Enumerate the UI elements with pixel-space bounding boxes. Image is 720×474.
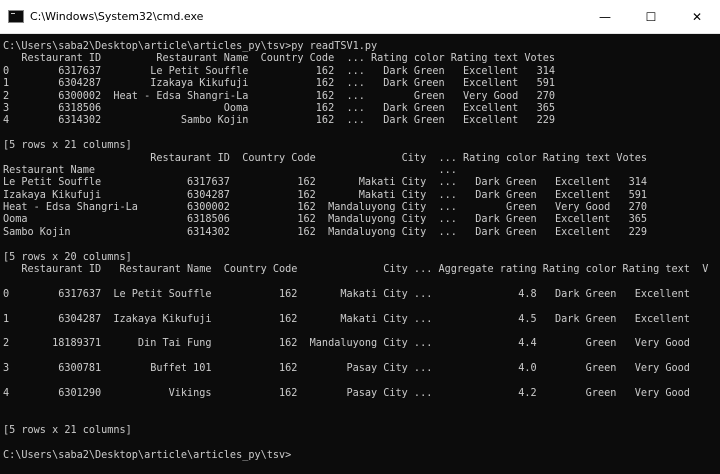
minimize-button[interactable]: — (582, 0, 628, 33)
window-title: C:\Windows\System32\cmd.exe (30, 10, 204, 23)
console-line: [5 rows x 20 columns] (3, 251, 132, 263)
console-line: [5 rows x 21 columns] (3, 140, 132, 152)
close-button[interactable]: ✕ (674, 0, 720, 33)
console-line: Ooma 6318506 162 Mandaluyong City ... Da… (3, 214, 648, 226)
console-line: Le Petit Souffle 6317637 162 Makati City… (3, 177, 648, 189)
maximize-button[interactable]: ☐ (628, 0, 674, 33)
console-line: 2 18189371 Din Tai Fung 162 Mandaluyong … (3, 338, 690, 350)
console-line: Izakaya Kikufuji 6304287 162 Makati City… (3, 189, 648, 201)
console-line: [5 rows x 21 columns] (3, 425, 132, 437)
title-bar: C:\Windows\System32\cmd.exe — ☐ ✕ (0, 0, 720, 34)
console-line: Restaurant ID Restaurant Name Country Co… (3, 264, 709, 276)
console-line: 4 6301290 Vikings 162 Pasay City ... 4.2… (3, 387, 690, 399)
console-line: 3 6318506 Ooma 162 ... Dark Green Excell… (3, 102, 556, 114)
window-controls: — ☐ ✕ (582, 0, 720, 33)
console-line: Restaurant ID Country Code City ... Rati… (3, 152, 648, 164)
console-line: 0 6317637 Le Petit Souffle 162 ... Dark … (3, 65, 556, 77)
console-line: 3 6300781 Buffet 101 162 Pasay City ... … (3, 363, 690, 375)
console-line: 0 6317637 Le Petit Souffle 162 Makati Ci… (3, 288, 690, 300)
console-line: Restaurant ID Restaurant Name Country Co… (3, 53, 556, 65)
console-line: C:\Users\saba2\Desktop\article\articles_… (3, 449, 292, 461)
console-line: Heat - Edsa Shangri-La 6300002 162 Manda… (3, 202, 648, 214)
console-line: 1 6304287 Izakaya Kikufuji 162 Makati Ci… (3, 313, 690, 325)
console-line: 1 6304287 Izakaya Kikufuji 162 ... Dark … (3, 78, 556, 90)
console-line: C:\Users\saba2\Desktop\article\articles_… (3, 41, 378, 52)
console-line: Restaurant Name ... (3, 164, 457, 176)
console-line: 4 6314302 Sambo Kojin 162 ... Dark Green… (3, 115, 556, 127)
cmd-app-icon (8, 10, 24, 23)
console-line: 2 6300002 Heat - Edsa Shangri-La 162 ...… (3, 90, 556, 102)
console-output[interactable]: C:\Users\saba2\Desktop\article\articles_… (3, 41, 720, 474)
console-line: Sambo Kojin 6314302 162 Mandaluyong City… (3, 226, 648, 238)
